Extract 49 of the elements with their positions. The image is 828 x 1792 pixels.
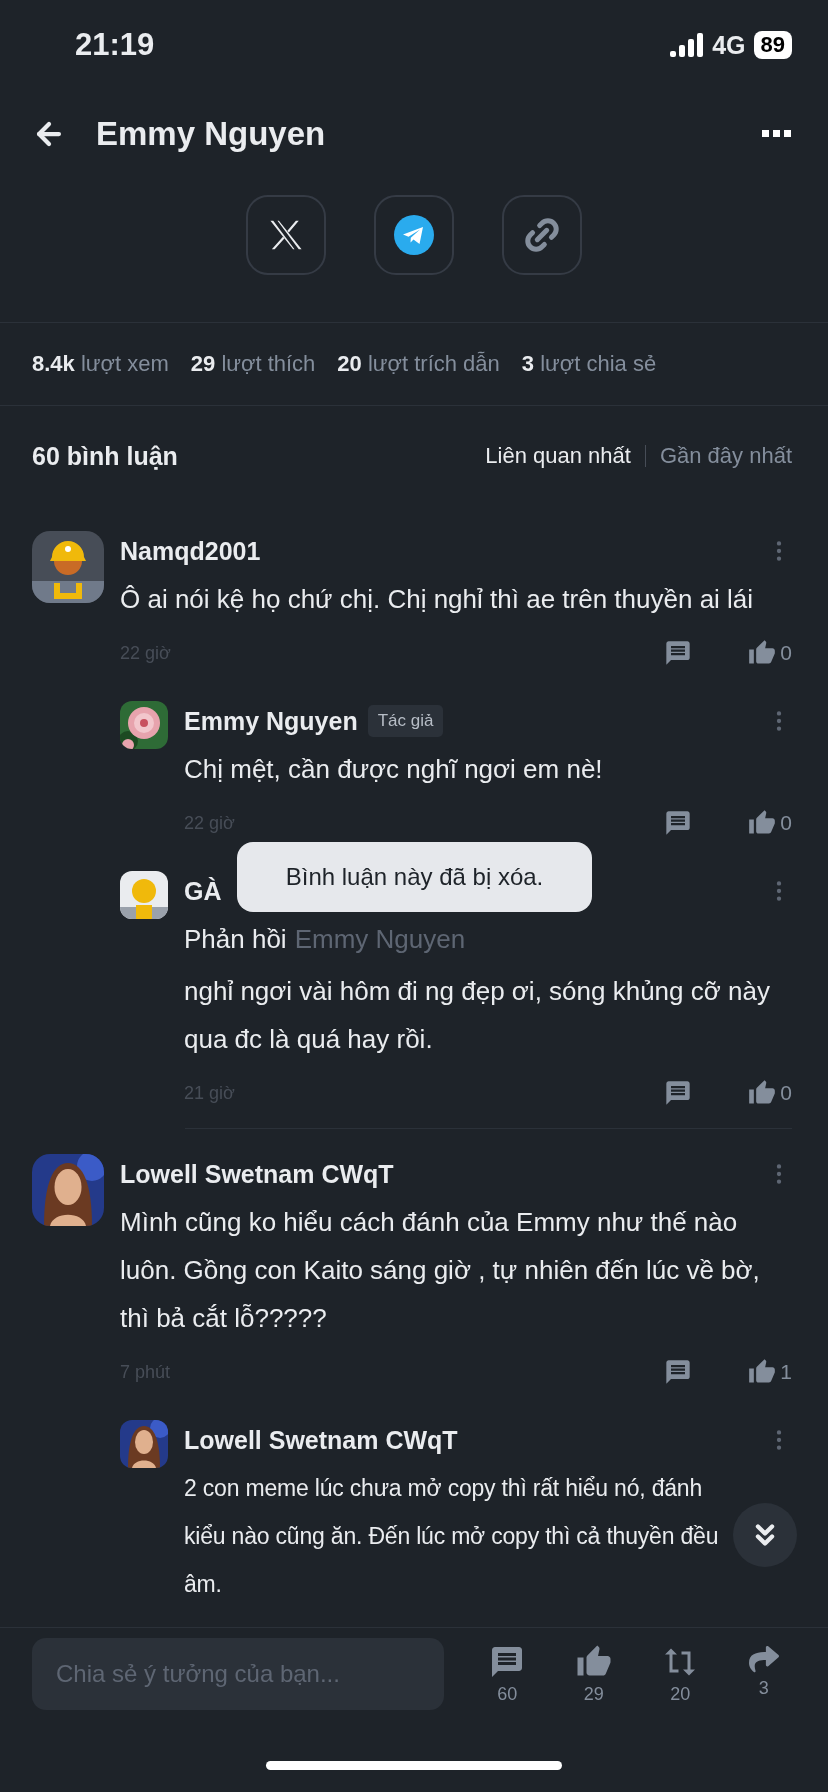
action-button[interactable]: 60 [489,1643,526,1705]
stat-text: 20 lượt trích dẫn [337,351,500,377]
toast-message: Bình luận này đã bị xóa. [237,842,592,912]
status-time: 21:19 [75,27,155,63]
share-button[interactable] [502,195,582,275]
action-button[interactable]: 29 [575,1643,612,1705]
author-badge: Tác giả [367,705,444,737]
x-logo-icon [269,219,303,251]
stat-text: 8.4k lượt xem [32,351,169,377]
network-label: 4G [712,30,746,60]
comment-text: 2 con meme lúc chưa mở copy thì rất hiểu nó, đánh kiểu nào cũng ăn. Đến lúc mở copy thì cả thuyền đều âm. [184,1474,719,1599]
stat-text: 3 lượt chia sẻ [521,351,657,377]
comment-icon[interactable] [664,1358,693,1386]
share-button[interactable] [246,195,326,275]
thumbs-up-icon[interactable] [748,1079,777,1107]
comment-text: nghỉ ngơi vài hôm đi ng đẹp ơi, sóng khủng cỡ này qua đc là quá hay rồi. [184,975,771,1056]
comment-text: Ô ai nói kệ họ chứ chị. Chị nghỉ thì ae trên thuyền ai lái [120,583,755,616]
sort-tab[interactable]: Gần đây nhất [659,443,792,469]
share-icon [748,1643,779,1674]
reply-label: Phản hồi [184,923,287,956]
thumbs-up-icon[interactable] [748,809,777,837]
comment-icon[interactable] [664,809,693,837]
sort-tab[interactable]: Liên quan nhất [485,443,631,469]
comment-author[interactable]: Emmy Nguyen [184,706,358,736]
action-button[interactable]: 3 [748,1643,779,1705]
comment-author[interactable]: Lowell Swetnam CWqT [184,1425,458,1455]
like-count: 0 [780,641,792,665]
telegram-icon [394,215,434,255]
like-count: 0 [780,811,792,835]
action-button[interactable]: 20 [662,1643,699,1705]
comment-author[interactable]: GÀ [184,876,222,906]
share-button[interactable] [374,195,454,275]
comment-text: Mình cũng ko hiểu cách đánh của Emmy như thế nào luôn. Gồng con Kaito sáng giờ , tự nhiên đến lúc về bờ, thì bả cắt lỗ????? [120,1206,761,1335]
comment-icon[interactable] [664,1079,693,1107]
stat-text: 29 lượt thích [190,351,316,377]
comment-author[interactable]: Namqd2001 [120,536,261,566]
comment-count: 60 bình luận [32,441,178,471]
like-count: 0 [780,1081,792,1105]
comment-input[interactable]: Chia sẻ ý tưởng của bạn... [32,1638,444,1710]
battery-level: 89 [753,31,792,59]
page-title: Emmy Nguyen [96,115,327,153]
comment-author[interactable]: Lowell Swetnam CWqT [120,1159,394,1189]
comment-text: Chị mệt, cần được nghĩ ngơi em nè! [184,753,604,786]
more-icon[interactable] [762,130,792,138]
thumbs-up-icon[interactable] [748,1358,777,1386]
signal-icon [670,33,705,57]
like-count: 1 [780,1360,792,1384]
thumbs-up-icon[interactable] [748,639,777,667]
comment-icon[interactable] [664,639,693,667]
